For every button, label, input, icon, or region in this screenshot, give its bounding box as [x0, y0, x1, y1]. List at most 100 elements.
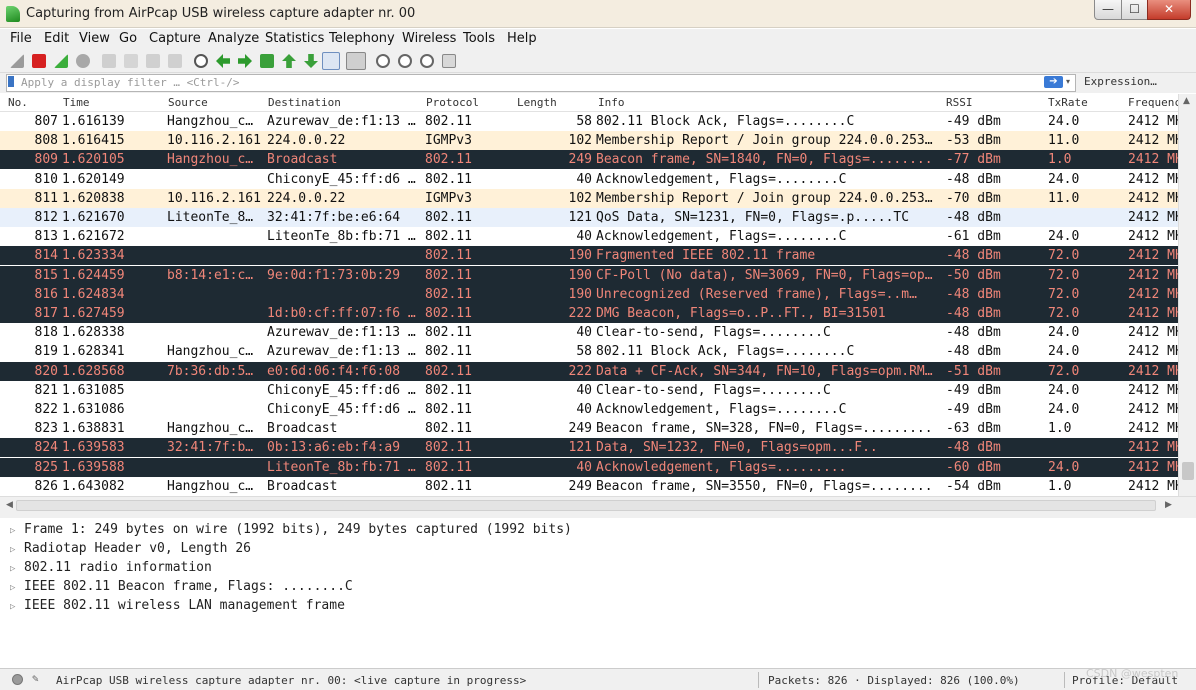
packet-row[interactable]: 817 1.627459 1d:b0:cf:ff:07:f6 … 802.11 222 D… — [0, 304, 1178, 323]
menu-edit[interactable]: Edit — [44, 31, 69, 46]
column-header-info[interactable]: Info — [598, 96, 938, 109]
cell-txrate: 11.0 — [1048, 190, 1080, 206]
cell-rssi: -48 dBm — [946, 325, 1001, 341]
cell-destination: 224.0.0.22 — [267, 133, 346, 149]
cell-length: 121 — [568, 210, 592, 225]
column-header-source[interactable]: Source — [168, 96, 263, 109]
cell-length: 249 — [568, 152, 592, 168]
zoom-in-icon[interactable] — [376, 54, 390, 68]
menu-help[interactable]: Help — [507, 31, 537, 46]
menu-file[interactable]: File — [10, 31, 32, 46]
filter-dropdown-icon[interactable]: ▾ — [1066, 75, 1076, 89]
last-packet-icon[interactable] — [304, 54, 318, 68]
colorize-icon[interactable] — [346, 52, 366, 70]
packet-row[interactable]: 812 1.621670 LiteonTe_8… 32:41:7f:be:e6:64 8… — [0, 208, 1178, 227]
go-forward-icon[interactable] — [238, 54, 252, 68]
packet-row[interactable]: 809 1.620105 Hangzhou_c… Broadcast 802.11 249… — [0, 150, 1178, 170]
capture-comment-icon[interactable]: ✎ — [32, 672, 39, 685]
maximize-button[interactable]: ☐ — [1121, 0, 1148, 20]
restart-capture-icon[interactable] — [54, 54, 68, 68]
minimize-button[interactable]: — — [1094, 0, 1122, 20]
cell-time: 1.621672 — [62, 229, 125, 245]
packet-row[interactable]: 818 1.628338 Azurewav_de:f1:13 … 802.11 40 Cl… — [0, 323, 1178, 343]
packet-row[interactable]: 811 1.620838 10.116.2.161 224.0.0.22 IGMPv3 1… — [0, 188, 1178, 208]
cell-no: 812 — [34, 210, 58, 225]
packet-row[interactable]: 808 1.616415 10.116.2.161 224.0.0.22 IGMPv3 1… — [0, 131, 1178, 151]
column-header-protocol[interactable]: Protocol — [426, 96, 511, 109]
go-back-icon[interactable] — [216, 54, 230, 68]
reload-file-icon[interactable] — [168, 54, 182, 68]
column-header-length[interactable]: Length — [517, 96, 592, 109]
packet-row[interactable]: 819 1.628341 Hangzhou_c… Azurewav_de:f1:13 … — [0, 342, 1178, 362]
menu-telephony[interactable]: Telephony — [329, 31, 395, 46]
cell-frequency: 2412 MH — [1128, 478, 1178, 494]
close-file-icon[interactable] — [146, 54, 160, 68]
vertical-scroll-thumb[interactable] — [1182, 462, 1194, 480]
packet-row[interactable]: 823 1.638831 Hangzhou_c… Broadcast 802.11 249… — [0, 419, 1178, 439]
menu-analyze[interactable]: Analyze — [208, 31, 259, 46]
cell-time: 1.639588 — [62, 459, 125, 475]
normal-size-icon[interactable] — [420, 54, 434, 68]
display-filter-input[interactable]: Apply a display filter … <Ctrl-/> — [6, 74, 1076, 92]
start-capture-icon[interactable] — [10, 54, 24, 68]
menu-go[interactable]: Go — [119, 31, 137, 46]
save-file-icon[interactable] — [124, 54, 138, 68]
packet-row[interactable]: 813 1.621672 LiteonTe_8b:fb:71 … 802.11 40 Ac… — [0, 227, 1178, 247]
packet-row[interactable]: 814 1.623334 802.11 190 Fragmented IEEE 802.… — [0, 246, 1178, 266]
detail-row-radio-info[interactable]: ▷ 802.11 radio information — [10, 558, 212, 577]
scroll-right-arrow-icon[interactable]: ▶ — [1165, 500, 1172, 510]
packet-row[interactable]: 821 1.631085 ChiconyE_45:ff:d6 … 802.11 40 Cl… — [0, 380, 1178, 400]
filter-bookmark-icon[interactable] — [8, 76, 14, 87]
expand-arrow-icon[interactable]: ▷ — [10, 598, 24, 617]
packet-list-header: No. Time Source Destination Protocol Len… — [0, 94, 1196, 112]
close-button[interactable]: ✕ — [1147, 0, 1191, 20]
packet-row[interactable]: 822 1.631086 ChiconyE_45:ff:d6 … 802.11 40 Ac… — [0, 400, 1178, 419]
menu-statistics[interactable]: Statistics — [265, 31, 324, 46]
column-header-no[interactable]: No. — [8, 96, 58, 109]
column-header-txrate[interactable]: TxRate — [1048, 96, 1123, 109]
packet-row[interactable]: 810 1.620149 ChiconyE_45:ff:d6 … 802.11 40 Ac… — [0, 169, 1178, 189]
column-header-frequency[interactable]: Frequency — [1128, 96, 1178, 109]
zoom-out-icon[interactable] — [398, 54, 412, 68]
cell-info: Unrecognized (Reserved frame), Flags=..m… — [596, 286, 917, 302]
detail-row-management-frame[interactable]: ▷ IEEE 802.11 wireless LAN management fra… — [10, 596, 345, 615]
apply-filter-button[interactable]: ➔ — [1044, 76, 1063, 88]
packet-row[interactable]: 807 1.616139 Hangzhou_c… Azurewav_de:f1:13 … — [0, 112, 1178, 131]
first-packet-icon[interactable] — [282, 54, 296, 68]
column-header-rssi[interactable]: RSSI — [946, 96, 1041, 109]
capture-options-icon[interactable] — [76, 54, 90, 68]
detail-row-frame[interactable]: ▷ Frame 1: 249 bytes on wire (1992 bits),… — [10, 520, 572, 539]
autoscroll-icon[interactable] — [322, 52, 340, 70]
find-packet-icon[interactable] — [194, 54, 208, 68]
cell-txrate: 72.0 — [1048, 286, 1080, 302]
scroll-left-arrow-icon[interactable]: ◀ — [6, 500, 13, 510]
detail-row-radiotap[interactable]: ▷ Radiotap Header v0, Length 26 — [10, 539, 251, 558]
resize-columns-icon[interactable] — [442, 54, 456, 68]
menu-capture[interactable]: Capture — [149, 31, 201, 46]
go-to-packet-icon[interactable] — [260, 54, 274, 68]
open-file-icon[interactable] — [102, 54, 116, 68]
packet-row[interactable]: 815 1.624459 b8:14:e1:c… 9e:0d:f1:73:0b:29 8… — [0, 265, 1178, 285]
expert-info-icon[interactable] — [12, 674, 23, 685]
packet-row[interactable]: 820 1.628568 7b:36:db:5… e0:6d:06:f4:f6:08 8… — [0, 361, 1178, 381]
horizontal-scroll-thumb[interactable] — [16, 500, 1156, 511]
packet-row[interactable]: 825 1.639588 LiteonTe_8b:fb:71 … 802.11 40 Ac… — [0, 457, 1178, 477]
cell-protocol: 802.11 — [425, 402, 472, 417]
packet-row[interactable]: 824 1.639583 32:41:7f:b… 0b:13:a6:eb:f4:a9 8… — [0, 438, 1178, 458]
packet-list-vertical-scrollbar[interactable]: ▲ — [1178, 94, 1196, 496]
detail-row-beacon-frame[interactable]: ▷ IEEE 802.11 Beacon frame, Flags: ......… — [10, 577, 353, 596]
column-header-destination[interactable]: Destination — [268, 96, 418, 109]
expression-button[interactable]: Expression… — [1084, 75, 1157, 88]
cell-no: 811 — [34, 190, 58, 206]
menu-view[interactable]: View — [79, 31, 110, 46]
stop-capture-icon[interactable] — [32, 54, 46, 68]
menu-wireless[interactable]: Wireless — [402, 31, 456, 46]
packet-row[interactable]: 826 1.643082 Hangzhou_c… Broadcast 802.11 249… — [0, 476, 1178, 496]
scroll-up-arrow-icon[interactable]: ▲ — [1183, 96, 1190, 106]
cell-no: 821 — [34, 382, 58, 398]
packet-row[interactable]: 816 1.624834 802.11 190 Unrecognized (Reserv… — [0, 284, 1178, 304]
menu-tools[interactable]: Tools — [463, 31, 495, 46]
packet-list-horizontal-scrollbar[interactable]: ◀ ▶ — [0, 496, 1196, 514]
cell-protocol: 802.11 — [425, 306, 472, 321]
column-header-time[interactable]: Time — [63, 96, 163, 109]
